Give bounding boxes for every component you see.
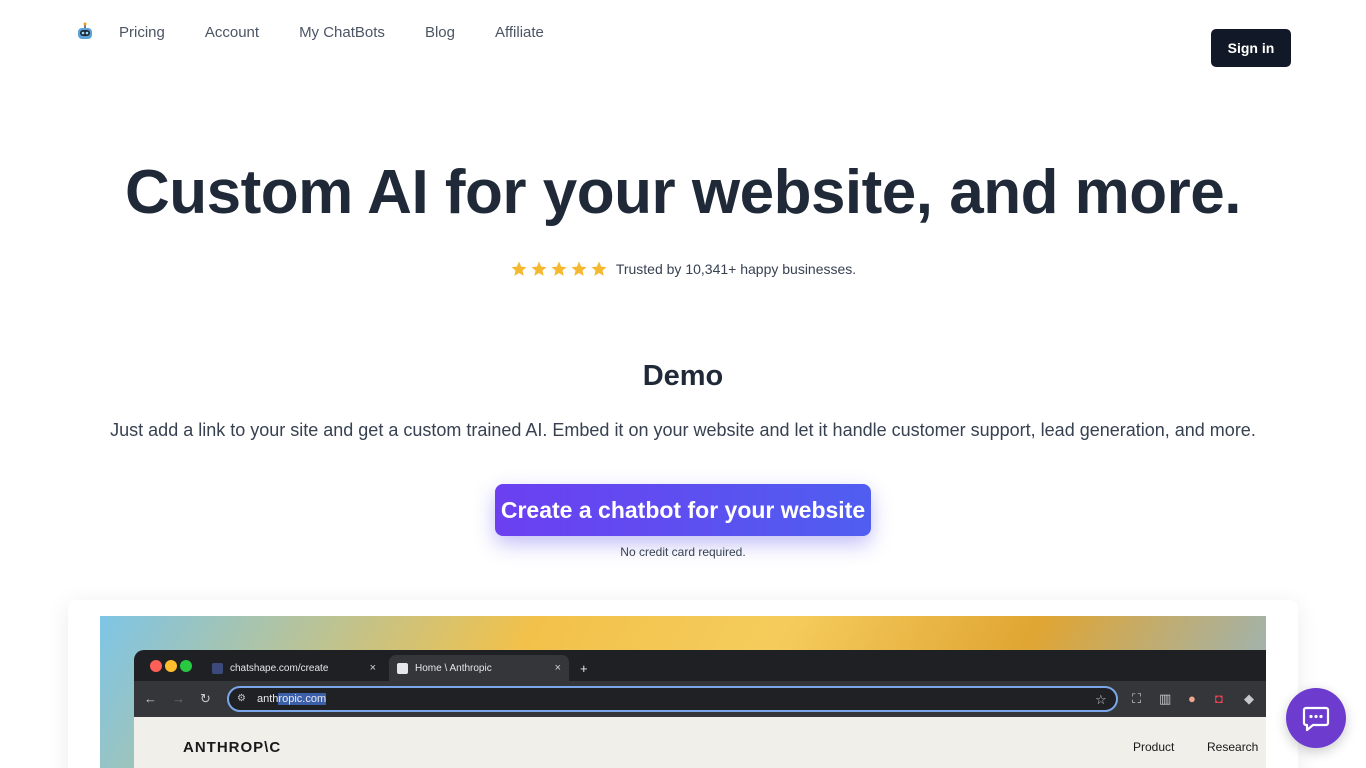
close-dot-icon (150, 660, 162, 672)
pocket-icon: ◘ (1215, 691, 1223, 706)
nav-links: Pricing Account My ChatBots Blog Affilia… (119, 24, 584, 42)
nav-link-blog[interactable]: Blog (425, 24, 455, 42)
nav-link-account[interactable]: Account (205, 24, 259, 42)
tab-close-icon: × (554, 662, 561, 674)
chat-widget-button[interactable] (1286, 688, 1346, 748)
demo-title: Demo (642, 360, 724, 392)
sign-in-button[interactable]: Sign in (1211, 29, 1291, 67)
trust-row: Trusted by 10,341+ happy businesses. (0, 260, 1366, 278)
anthropic-favicon-icon (397, 662, 408, 674)
extension-icon: ● (1188, 691, 1196, 706)
tab-label: Home \ Anthropic (415, 662, 492, 674)
demo-browser-window: chatshape.com/create × Home \ Anthropic … (134, 650, 1266, 768)
star-icon (511, 261, 527, 276)
bookmark-star-icon: ☆ (1095, 692, 1107, 707)
tab-close-icon: × (369, 662, 376, 674)
chatshape-favicon-icon (212, 662, 223, 674)
browser-tab-chatshape: chatshape.com/create × (204, 655, 384, 681)
trust-text: Trusted by 10,341+ happy businesses. (615, 261, 857, 277)
site-nav-research: Research (1207, 740, 1259, 754)
anthropic-page: ANTHROP\C Product Research (134, 717, 1266, 768)
new-tab-icon: + (580, 660, 588, 676)
site-settings-icon: ⚙ (237, 693, 246, 704)
anthropic-logo: ANTHROP\C (183, 739, 282, 756)
extension-icon: ◆ (1244, 691, 1254, 706)
chat-bubble-icon (1302, 706, 1330, 732)
zoom-dot-icon (180, 660, 192, 672)
star-icon (531, 261, 547, 276)
minimize-dot-icon (165, 660, 177, 672)
browser-tab-anthropic: Home \ Anthropic × (389, 655, 569, 681)
sidebar-icon: ▥ (1159, 691, 1172, 706)
nav-link-my-chatbots[interactable]: My ChatBots (299, 24, 385, 42)
star-icon (551, 261, 567, 276)
back-arrow-icon: ← (144, 691, 157, 706)
address-text: anthropic.com (257, 693, 327, 705)
forward-arrow-icon: → (172, 691, 185, 706)
hero-title: Custom AI for your website, and more. (124, 158, 1242, 227)
nav-link-pricing[interactable]: Pricing (119, 24, 165, 42)
rating-stars (510, 260, 608, 278)
address-bar: ⚙ anthropic.com ☆ (227, 686, 1118, 712)
demo-description: Just add a link to your site and get a c… (110, 420, 1256, 440)
star-icon (571, 261, 587, 276)
tab-label: chatshape.com/create (230, 662, 329, 674)
star-icon (591, 261, 607, 276)
chatbot-logo-icon[interactable] (75, 22, 95, 42)
reload-icon: ↻ (200, 691, 211, 706)
browser-toolbar: ← → ↻ ⚙ anthropic.com ☆ ⛶ ▥ ● ◘ ◆ (134, 681, 1266, 717)
create-chatbot-button[interactable]: Create a chatbot for your website (495, 484, 871, 536)
site-nav-product: Product (1133, 740, 1175, 754)
no-credit-card-note: No credit card required. (620, 545, 746, 559)
top-nav: Pricing Account My ChatBots Blog Affilia… (0, 0, 1366, 70)
nav-link-affiliate[interactable]: Affiliate (495, 24, 544, 42)
screenshot-icon: ⛶ (1132, 691, 1142, 706)
